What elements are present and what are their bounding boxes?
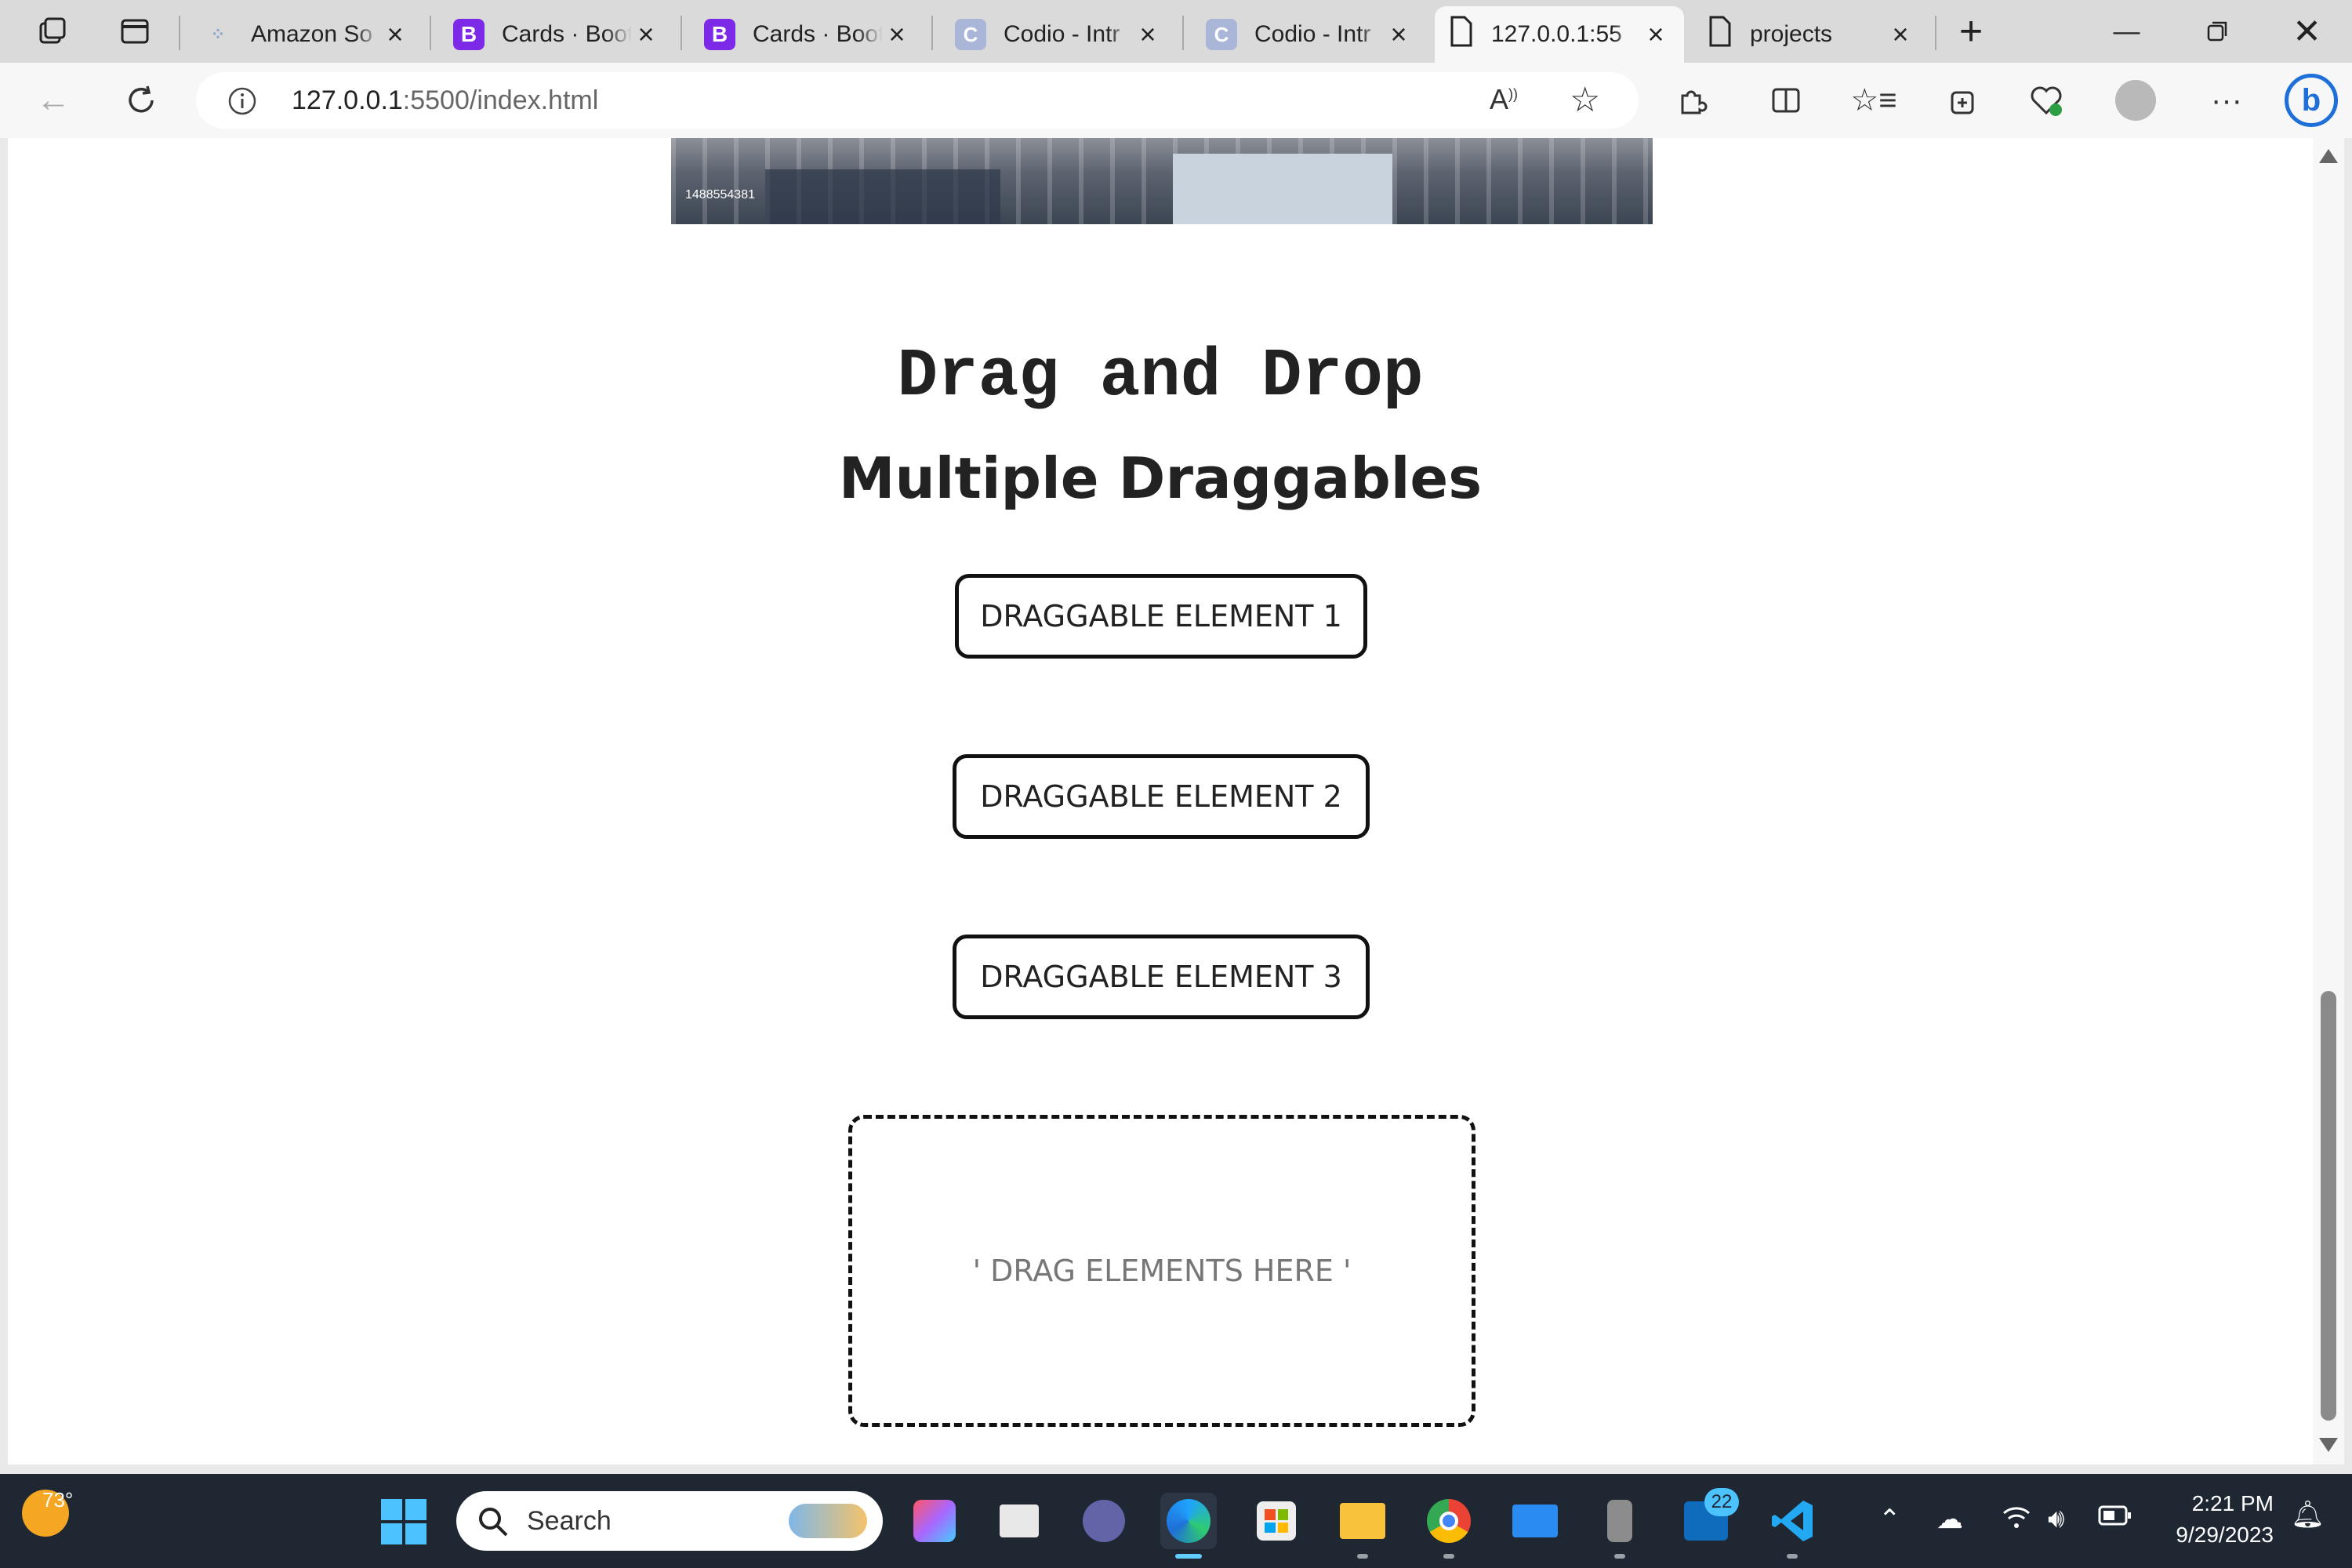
vscode-icon[interactable]: [1764, 1493, 1820, 1559]
weather-temp: 73°: [42, 1488, 74, 1512]
address-bar: ← 127.0.0.1:5500/index.html A)) ☆ ☆≡ ···…: [0, 63, 2352, 138]
collections-icon[interactable]: [1940, 78, 1984, 122]
tab-projects[interactable]: projects ×: [1693, 6, 1929, 63]
tab-title: Codio - Intr: [1004, 21, 1120, 47]
more-menu-icon[interactable]: ···: [2205, 78, 2249, 122]
search-label: Search: [527, 1505, 612, 1536]
hero-caption: 1488554381: [685, 188, 755, 201]
tab-cards-boot-2[interactable]: B Cards · Boot ×: [690, 6, 925, 63]
close-icon[interactable]: ×: [381, 18, 409, 50]
extensions-icon[interactable]: [1670, 78, 1714, 122]
running-indicator: [1787, 1554, 1798, 1559]
taskbar-search[interactable]: Search: [456, 1491, 883, 1551]
url-text: 127.0.0.1:5500/index.html: [292, 85, 598, 116]
onedrive-icon[interactable]: ☁: [1936, 1504, 1963, 1535]
tab-title: Amazon So: [251, 21, 373, 47]
profile-avatar[interactable]: [2114, 78, 2158, 122]
page-icon: [1449, 16, 1474, 53]
favorites-icon[interactable]: ☆≡: [1850, 78, 1896, 122]
url-host: 127.0.0.1: [292, 85, 403, 115]
url-field[interactable]: 127.0.0.1:5500/index.html A)) ☆: [196, 72, 1639, 129]
tab-bar: ⁘ Amazon So × B Cards · Boot × B Cards ·…: [0, 0, 2352, 63]
copilot-icon[interactable]: b: [2283, 72, 2339, 129]
page-subtitle: Multiple Draggables: [838, 445, 1483, 511]
tab-title: 127.0.0.1:55: [1491, 21, 1622, 47]
tab-title: projects: [1750, 21, 1833, 47]
close-window-icon[interactable]: ✕: [2262, 0, 2352, 63]
draggable-element-3[interactable]: DRAGGABLE ELEMENT 3: [953, 935, 1370, 1019]
running-indicator: [1443, 1554, 1454, 1559]
notification-badge: 22: [1704, 1488, 1739, 1516]
page-viewport: 1488554381 Drag and Drop Multiple Dragga…: [8, 138, 2313, 1465]
favorite-star-icon[interactable]: ☆: [1570, 80, 1600, 120]
task-view-icon[interactable]: [991, 1493, 1047, 1549]
running-indicator: [1175, 1554, 1202, 1559]
close-icon[interactable]: ×: [1134, 18, 1162, 50]
close-icon[interactable]: ×: [632, 18, 660, 50]
chevron-up-icon[interactable]: ⌃: [1878, 1504, 1901, 1535]
page-icon: [1708, 16, 1733, 53]
hero-image: 1488554381: [671, 138, 1653, 224]
scroll-up-icon[interactable]: [2319, 149, 2338, 163]
url-path: :5500/index.html: [402, 85, 599, 115]
edge-icon[interactable]: [1160, 1493, 1217, 1559]
tab-amazon[interactable]: ⁘ Amazon So ×: [188, 6, 423, 63]
scrollbar-thumb[interactable]: [2321, 991, 2336, 1421]
page-title: Drag and Drop: [897, 338, 1424, 415]
close-icon[interactable]: ×: [1642, 18, 1670, 50]
draggable-element-1[interactable]: DRAGGABLE ELEMENT 1: [955, 574, 1367, 659]
minimize-icon[interactable]: —: [2082, 0, 2172, 63]
store-icon[interactable]: [1248, 1493, 1305, 1549]
browser-essentials-icon[interactable]: [2024, 78, 2068, 122]
close-icon[interactable]: ×: [1886, 18, 1915, 50]
site-info-icon[interactable]: [227, 86, 257, 120]
back-icon[interactable]: ←: [31, 78, 75, 122]
taskbar: 73° Search 22 ⌃ ☁ 🔊︎ 2:21 PM 9/29/2023 🔔…: [0, 1474, 2352, 1568]
tab-codio-1[interactable]: C Codio - Intr ×: [941, 6, 1176, 63]
tab-codio-2[interactable]: C Codio - Intr ×: [1192, 6, 1427, 63]
refresh-icon[interactable]: [119, 78, 163, 122]
running-indicator: [1614, 1554, 1625, 1559]
volume-icon[interactable]: 🔊︎: [2048, 1504, 2064, 1534]
mail-icon[interactable]: [1507, 1493, 1563, 1549]
tab-cards-boot-1[interactable]: B Cards · Boot ×: [439, 6, 674, 63]
restore-icon[interactable]: [2172, 0, 2262, 63]
battery-icon[interactable]: [2098, 1504, 2132, 1534]
loading-dots-icon: ⁘: [210, 24, 226, 44]
chrome-icon[interactable]: [1421, 1493, 1477, 1559]
close-icon[interactable]: ×: [883, 18, 911, 50]
tab-actions-icon[interactable]: [114, 11, 155, 52]
clock-date[interactable]: 9/29/2023: [2148, 1523, 2274, 1548]
tab-title: Cards · Boot: [753, 21, 883, 47]
outlook-icon[interactable]: 22: [1678, 1488, 1739, 1549]
drop-zone[interactable]: ' DRAG ELEMENTS HERE ': [848, 1115, 1475, 1427]
split-screen-icon[interactable]: [1764, 78, 1808, 122]
draggable-element-2[interactable]: DRAGGABLE ELEMENT 2: [953, 754, 1370, 839]
start-button[interactable]: [381, 1499, 426, 1544]
codio-icon: C: [955, 19, 986, 50]
teams-chat-icon[interactable]: [1076, 1493, 1132, 1549]
tab-localhost[interactable]: 127.0.0.1:55 ×: [1435, 6, 1684, 63]
tab-title: Codio - Intr: [1254, 21, 1371, 47]
copilot-preview-icon[interactable]: [906, 1493, 963, 1549]
notification-center-icon[interactable]: 🔔︎: [2291, 1499, 2325, 1530]
read-aloud-icon[interactable]: A)): [1490, 83, 1518, 116]
close-icon[interactable]: ×: [1385, 18, 1413, 50]
drop-zone-label: ' DRAG ELEMENTS HERE ': [972, 1254, 1352, 1288]
new-tab-icon[interactable]: +: [1951, 9, 1991, 54]
voice-recorder-icon[interactable]: [1592, 1493, 1648, 1559]
search-highlight-icon: [789, 1504, 867, 1538]
clock-time[interactable]: 2:21 PM: [2156, 1491, 2274, 1516]
tab-title: Cards · Boot: [502, 21, 632, 47]
running-indicator: [1357, 1554, 1368, 1559]
search-icon: [477, 1505, 510, 1542]
wifi-icon[interactable]: [2001, 1504, 2032, 1537]
scroll-down-icon[interactable]: [2319, 1438, 2338, 1452]
codio-icon: C: [1206, 19, 1237, 50]
file-explorer-icon[interactable]: [1334, 1493, 1391, 1559]
bootstrap-icon: B: [704, 19, 735, 50]
bootstrap-icon: B: [453, 19, 485, 50]
workspaces-icon[interactable]: [31, 11, 72, 52]
